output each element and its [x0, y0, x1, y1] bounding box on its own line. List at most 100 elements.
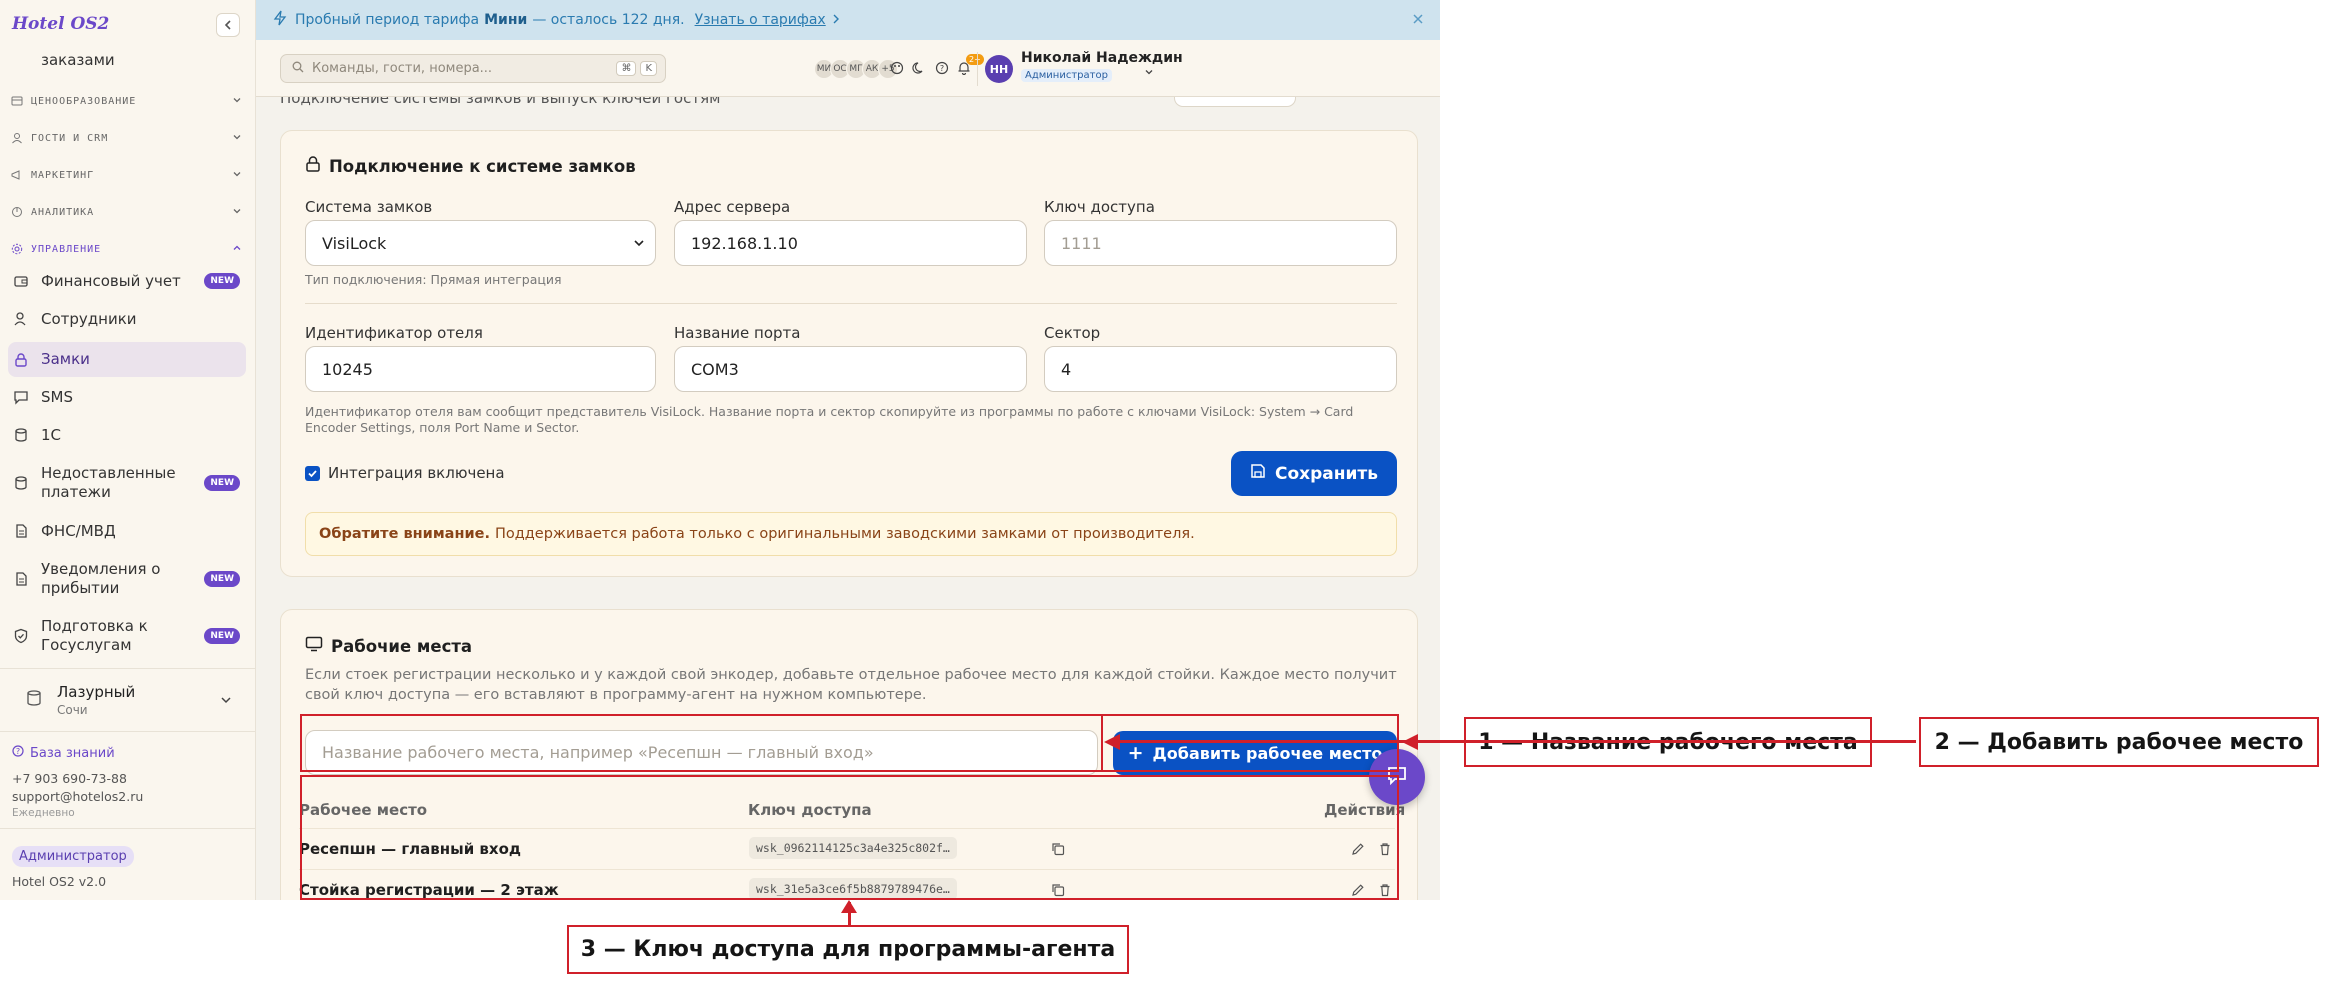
- user-icon: [12, 310, 30, 328]
- hotel-city: Сочи: [57, 703, 88, 717]
- server-address-input[interactable]: 192.168.1.10: [674, 220, 1027, 266]
- chart-icon: [10, 205, 24, 219]
- save-button[interactable]: Сохранить: [1231, 451, 1397, 496]
- arrow-head-1: [1104, 734, 1120, 750]
- sidebar-item-locks[interactable]: Замки: [8, 342, 246, 377]
- megaphone-icon: [10, 168, 24, 182]
- sidebar-item-arrival-notices[interactable]: Уведомления о прибытии NEW: [8, 559, 246, 599]
- lock-icon: [12, 351, 30, 369]
- notifications-button[interactable]: 2+: [951, 54, 984, 82]
- annotation-box-name-input: [300, 714, 1103, 772]
- new-badge: NEW: [204, 475, 240, 491]
- close-banner-icon[interactable]: [1411, 12, 1425, 30]
- lock-system-select[interactable]: VisiLock: [305, 220, 656, 266]
- support-schedule: Ежедневно: [12, 807, 75, 819]
- sidebar: Hotel OS2 заказами ЦЕНООБРАЗОВАНИЕ ГОСТИ…: [0, 0, 256, 900]
- arrow-head-3: [841, 900, 857, 913]
- shield-icon: [12, 627, 30, 645]
- sidebar-item-fns[interactable]: ФНС/МВД: [8, 516, 246, 546]
- hotel-switcher[interactable]: Лазурный Сочи: [0, 668, 256, 732]
- sidebar-item-finance[interactable]: Финансовый учет NEW: [8, 266, 246, 296]
- chevron-left-icon: [224, 20, 231, 30]
- sidebar-item-gosuslugi[interactable]: Подготовка к Госуслугам NEW: [8, 616, 246, 656]
- sidebar-section-management[interactable]: УПРАВЛЕНИЕ: [10, 242, 242, 256]
- building-icon: [25, 689, 43, 711]
- chevron-down-icon: [220, 691, 232, 710]
- moon-icon: [912, 60, 926, 79]
- role-badge: Администратор: [12, 846, 134, 867]
- trial-banner: Пробный период тарифа Мини — осталось 12…: [256, 0, 1440, 40]
- sector-label: Сектор: [1044, 324, 1101, 342]
- sidebar-item-sms[interactable]: SMS: [8, 382, 246, 412]
- sector-input[interactable]: 4: [1044, 346, 1397, 392]
- lock-connection-card: Подключение к системе замков Система зам…: [280, 130, 1418, 577]
- banner-pricing-link[interactable]: Узнать о тарифах: [695, 12, 826, 28]
- connection-type-text: Тип подключения: Прямая интеграция: [305, 272, 562, 287]
- sidebar-item-label: Сотрудники: [41, 309, 137, 328]
- hotel-id-input[interactable]: 10245: [305, 346, 656, 392]
- users-icon: [10, 131, 24, 145]
- integration-toggle[interactable]: Интеграция включена: [305, 464, 505, 482]
- user-name[interactable]: Николай Надеждин: [1021, 50, 1183, 66]
- page-action-button[interactable]: [1174, 97, 1296, 107]
- document-icon: [12, 522, 30, 540]
- checkbox-checked-icon[interactable]: [305, 465, 320, 481]
- document-icon: [12, 570, 30, 588]
- sidebar-item-orders[interactable]: заказами: [8, 49, 246, 71]
- palette-icon: [890, 60, 904, 79]
- database-icon: [12, 426, 30, 444]
- collapse-sidebar-button[interactable]: [216, 13, 240, 37]
- chevron-down-icon: [232, 206, 242, 219]
- sidebar-item-label: заказами: [41, 50, 115, 69]
- sidebar-section-crm[interactable]: ГОСТИ И CRM: [10, 131, 242, 145]
- knowledge-base-link[interactable]: ? База знаний: [12, 745, 115, 761]
- sidebar-item-label: Подготовка к Госуслугам: [41, 617, 148, 654]
- access-key-input[interactable]: 1111: [1044, 220, 1397, 266]
- banner-plan: Мини: [484, 12, 528, 28]
- support-phone[interactable]: +7 903 690-73-88: [12, 771, 127, 786]
- search-input[interactable]: Команды, гости, номера... ⌘ K: [280, 54, 666, 83]
- sidebar-section-label: ГОСТИ И CRM: [31, 132, 109, 144]
- monitor-icon: [305, 636, 323, 656]
- card-title: Подключение к системе замков: [329, 156, 636, 176]
- annotation-line-2: [1116, 740, 1916, 743]
- sidebar-item-label: SMS: [41, 387, 73, 406]
- top-header: Команды, гости, номера... ⌘ K МИ ОС МГ А…: [256, 40, 1440, 97]
- sidebar-section-label: ЦЕНООБРАЗОВАНИЕ: [31, 95, 137, 107]
- help-circle-icon: ?: [12, 745, 24, 761]
- chevron-down-icon[interactable]: [1144, 62, 1154, 81]
- banner-text-prefix: Пробный период тарифа: [295, 12, 480, 28]
- new-badge: NEW: [204, 571, 240, 587]
- sidebar-item-label: Финансовый учет: [41, 271, 181, 290]
- price-tag-icon: [10, 94, 24, 108]
- sidebar-section-analytics[interactable]: АНАЛИТИКА: [10, 205, 242, 219]
- server-address-label: Адрес сервера: [674, 198, 791, 216]
- sidebar-item-1c[interactable]: 1С: [8, 420, 246, 450]
- brand-logo[interactable]: Hotel OS2: [12, 14, 109, 34]
- sidebar-section-marketing[interactable]: МАРКЕТИНГ: [10, 168, 242, 182]
- annotation-label-3: 3 — Ключ доступа для программы-агента: [567, 925, 1129, 974]
- port-name-input[interactable]: COM3: [674, 346, 1027, 392]
- lock-icon: [305, 155, 321, 177]
- save-label: Сохранить: [1274, 463, 1379, 484]
- wallet-icon: [12, 272, 30, 290]
- card-heading: Рабочие места: [305, 636, 472, 656]
- workplaces-description: Если стоек регистрации несколько и у каж…: [305, 667, 1397, 703]
- user-avatar[interactable]: НН: [985, 55, 1013, 83]
- new-badge: NEW: [204, 273, 240, 289]
- new-badge: NEW: [204, 628, 240, 644]
- svg-text:?: ?: [940, 64, 944, 73]
- user-role: Администратор: [1021, 69, 1112, 82]
- notice-box: Обратите внимание. Поддерживается работа…: [305, 512, 1397, 556]
- sidebar-item-staff[interactable]: Сотрудники: [8, 304, 246, 334]
- chevron-down-icon: [633, 234, 645, 253]
- port-name-label: Название порта: [674, 324, 801, 342]
- support-email[interactable]: support@hotelos2.ru: [12, 789, 143, 804]
- annotation-label-2: 2 — Добавить рабочее место: [1919, 717, 2319, 767]
- banner-text-suffix: — осталось 122 дня.: [532, 12, 685, 28]
- search-placeholder: Команды, гости, номера...: [312, 61, 493, 76]
- sidebar-section-pricing[interactable]: ЦЕНООБРАЗОВАНИЕ: [10, 94, 242, 108]
- sidebar-item-failed-payments[interactable]: Недоставленные платежи NEW: [8, 463, 246, 503]
- lock-help-text: Идентификатор отеля вам сообщит представ…: [305, 404, 1354, 435]
- notification-count: 2+: [966, 54, 984, 65]
